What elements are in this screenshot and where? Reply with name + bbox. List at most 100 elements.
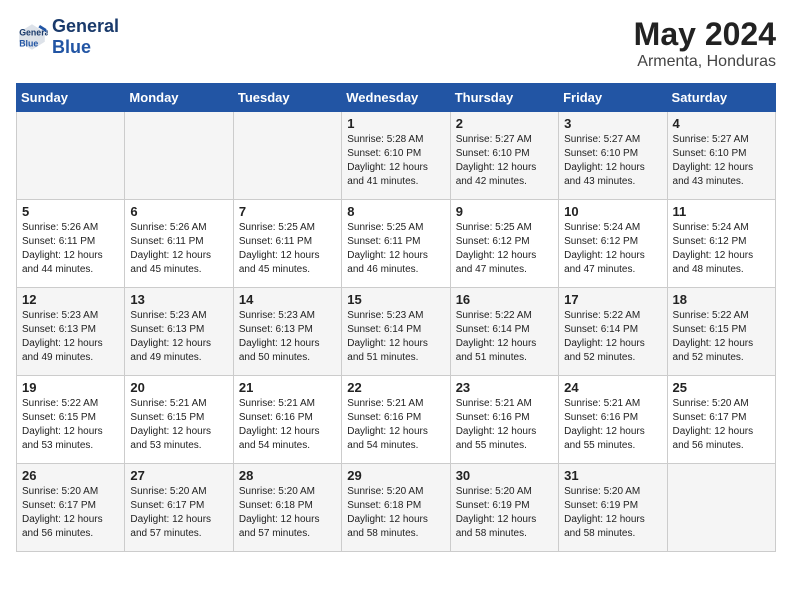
cell-content: Sunrise: 5:22 AM Sunset: 6:15 PM Dayligh…: [673, 309, 770, 365]
page-header: General Blue General Blue May 2024 Armen…: [16, 16, 776, 71]
cell-content: Sunrise: 5:23 AM Sunset: 6:13 PM Dayligh…: [130, 309, 227, 365]
calendar-cell: 17 Sunrise: 5:22 AM Sunset: 6:14 PM Dayli…: [559, 288, 667, 376]
calendar-cell: 14 Sunrise: 5:23 AM Sunset: 6:13 PM Dayli…: [233, 288, 341, 376]
calendar-cell: 24 Sunrise: 5:21 AM Sunset: 6:16 PM Dayli…: [559, 376, 667, 464]
calendar-header: SundayMondayTuesdayWednesdayThursdayFrid…: [17, 84, 776, 112]
day-number: 26: [22, 468, 119, 483]
cell-content: Sunrise: 5:24 AM Sunset: 6:12 PM Dayligh…: [673, 221, 770, 277]
day-number: 27: [130, 468, 227, 483]
day-number: 18: [673, 292, 770, 307]
cell-content: Sunrise: 5:20 AM Sunset: 6:18 PM Dayligh…: [347, 485, 444, 541]
calendar-cell: 10 Sunrise: 5:24 AM Sunset: 6:12 PM Dayli…: [559, 200, 667, 288]
day-number: 2: [456, 116, 553, 131]
day-number: 15: [347, 292, 444, 307]
calendar-cell: [667, 464, 775, 552]
title-block: May 2024 Armenta, Honduras: [634, 16, 776, 71]
calendar-cell: 28 Sunrise: 5:20 AM Sunset: 6:18 PM Dayli…: [233, 464, 341, 552]
cell-content: Sunrise: 5:25 AM Sunset: 6:11 PM Dayligh…: [347, 221, 444, 277]
calendar-week-4: 19 Sunrise: 5:22 AM Sunset: 6:15 PM Dayli…: [17, 376, 776, 464]
calendar-week-1: 1 Sunrise: 5:28 AM Sunset: 6:10 PM Daylig…: [17, 112, 776, 200]
day-number: 19: [22, 380, 119, 395]
weekday-header-monday: Monday: [125, 84, 233, 112]
calendar-week-2: 5 Sunrise: 5:26 AM Sunset: 6:11 PM Daylig…: [17, 200, 776, 288]
cell-content: Sunrise: 5:22 AM Sunset: 6:15 PM Dayligh…: [22, 397, 119, 453]
day-number: 9: [456, 204, 553, 219]
day-number: 7: [239, 204, 336, 219]
cell-content: Sunrise: 5:26 AM Sunset: 6:11 PM Dayligh…: [130, 221, 227, 277]
calendar-week-5: 26 Sunrise: 5:20 AM Sunset: 6:17 PM Dayli…: [17, 464, 776, 552]
cell-content: Sunrise: 5:21 AM Sunset: 6:16 PM Dayligh…: [456, 397, 553, 453]
weekday-header-sunday: Sunday: [17, 84, 125, 112]
calendar-cell: 15 Sunrise: 5:23 AM Sunset: 6:14 PM Dayli…: [342, 288, 450, 376]
cell-content: Sunrise: 5:22 AM Sunset: 6:14 PM Dayligh…: [456, 309, 553, 365]
day-number: 10: [564, 204, 661, 219]
calendar-cell: 21 Sunrise: 5:21 AM Sunset: 6:16 PM Dayli…: [233, 376, 341, 464]
weekday-header-thursday: Thursday: [450, 84, 558, 112]
cell-content: Sunrise: 5:27 AM Sunset: 6:10 PM Dayligh…: [673, 133, 770, 189]
day-number: 14: [239, 292, 336, 307]
calendar-cell: 27 Sunrise: 5:20 AM Sunset: 6:17 PM Dayli…: [125, 464, 233, 552]
calendar-cell: 3 Sunrise: 5:27 AM Sunset: 6:10 PM Daylig…: [559, 112, 667, 200]
logo-general: General: [52, 16, 119, 37]
calendar-cell: [125, 112, 233, 200]
calendar-cell: [17, 112, 125, 200]
day-number: 30: [456, 468, 553, 483]
calendar-cell: 23 Sunrise: 5:21 AM Sunset: 6:16 PM Dayli…: [450, 376, 558, 464]
calendar-cell: 30 Sunrise: 5:20 AM Sunset: 6:19 PM Dayli…: [450, 464, 558, 552]
weekday-header-friday: Friday: [559, 84, 667, 112]
day-number: 21: [239, 380, 336, 395]
calendar-body: 1 Sunrise: 5:28 AM Sunset: 6:10 PM Daylig…: [17, 112, 776, 552]
cell-content: Sunrise: 5:20 AM Sunset: 6:17 PM Dayligh…: [130, 485, 227, 541]
cell-content: Sunrise: 5:23 AM Sunset: 6:13 PM Dayligh…: [239, 309, 336, 365]
logo-blue: Blue: [52, 37, 119, 58]
cell-content: Sunrise: 5:20 AM Sunset: 6:18 PM Dayligh…: [239, 485, 336, 541]
calendar-cell: 4 Sunrise: 5:27 AM Sunset: 6:10 PM Daylig…: [667, 112, 775, 200]
calendar-cell: 26Sunrise: 5:20 AM Sunset: 6:17 PM Dayli…: [17, 464, 125, 552]
cell-content: Sunrise: 5:20 AM Sunset: 6:19 PM Dayligh…: [456, 485, 553, 541]
logo: General Blue General Blue: [16, 16, 119, 57]
calendar-cell: 2 Sunrise: 5:27 AM Sunset: 6:10 PM Daylig…: [450, 112, 558, 200]
cell-content: Sunrise: 5:26 AM Sunset: 6:11 PM Dayligh…: [22, 221, 119, 277]
day-number: 31: [564, 468, 661, 483]
calendar-cell: 20 Sunrise: 5:21 AM Sunset: 6:15 PM Dayli…: [125, 376, 233, 464]
day-number: 1: [347, 116, 444, 131]
cell-content: Sunrise: 5:23 AM Sunset: 6:13 PM Dayligh…: [22, 309, 119, 365]
weekday-header-tuesday: Tuesday: [233, 84, 341, 112]
cell-content: Sunrise: 5:25 AM Sunset: 6:11 PM Dayligh…: [239, 221, 336, 277]
location-subtitle: Armenta, Honduras: [634, 53, 776, 71]
cell-content: Sunrise: 5:28 AM Sunset: 6:10 PM Dayligh…: [347, 133, 444, 189]
calendar-cell: [233, 112, 341, 200]
cell-content: Sunrise: 5:21 AM Sunset: 6:16 PM Dayligh…: [239, 397, 336, 453]
logo-icon: General Blue: [16, 21, 48, 53]
month-year-title: May 2024: [634, 16, 776, 53]
calendar-cell: 11Sunrise: 5:24 AM Sunset: 6:12 PM Dayli…: [667, 200, 775, 288]
cell-content: Sunrise: 5:21 AM Sunset: 6:16 PM Dayligh…: [347, 397, 444, 453]
calendar-cell: 18 Sunrise: 5:22 AM Sunset: 6:15 PM Dayli…: [667, 288, 775, 376]
cell-content: Sunrise: 5:27 AM Sunset: 6:10 PM Dayligh…: [456, 133, 553, 189]
svg-text:Blue: Blue: [19, 38, 38, 48]
cell-content: Sunrise: 5:21 AM Sunset: 6:16 PM Dayligh…: [564, 397, 661, 453]
day-number: 8: [347, 204, 444, 219]
cell-content: Sunrise: 5:21 AM Sunset: 6:15 PM Dayligh…: [130, 397, 227, 453]
day-number: 6: [130, 204, 227, 219]
weekday-header-saturday: Saturday: [667, 84, 775, 112]
cell-content: Sunrise: 5:24 AM Sunset: 6:12 PM Dayligh…: [564, 221, 661, 277]
day-number: 25: [673, 380, 770, 395]
cell-content: Sunrise: 5:27 AM Sunset: 6:10 PM Dayligh…: [564, 133, 661, 189]
calendar-cell: 22Sunrise: 5:21 AM Sunset: 6:16 PM Dayli…: [342, 376, 450, 464]
day-number: 28: [239, 468, 336, 483]
calendar-cell: 16Sunrise: 5:22 AM Sunset: 6:14 PM Dayli…: [450, 288, 558, 376]
day-number: 17: [564, 292, 661, 307]
day-number: 4: [673, 116, 770, 131]
day-number: 20: [130, 380, 227, 395]
day-number: 24: [564, 380, 661, 395]
cell-content: Sunrise: 5:22 AM Sunset: 6:14 PM Dayligh…: [564, 309, 661, 365]
cell-content: Sunrise: 5:23 AM Sunset: 6:14 PM Dayligh…: [347, 309, 444, 365]
cell-content: Sunrise: 5:20 AM Sunset: 6:17 PM Dayligh…: [673, 397, 770, 453]
day-number: 5: [22, 204, 119, 219]
day-number: 3: [564, 116, 661, 131]
calendar-cell: 8 Sunrise: 5:25 AM Sunset: 6:11 PM Daylig…: [342, 200, 450, 288]
day-number: 13: [130, 292, 227, 307]
calendar-cell: 5 Sunrise: 5:26 AM Sunset: 6:11 PM Daylig…: [17, 200, 125, 288]
day-number: 23: [456, 380, 553, 395]
